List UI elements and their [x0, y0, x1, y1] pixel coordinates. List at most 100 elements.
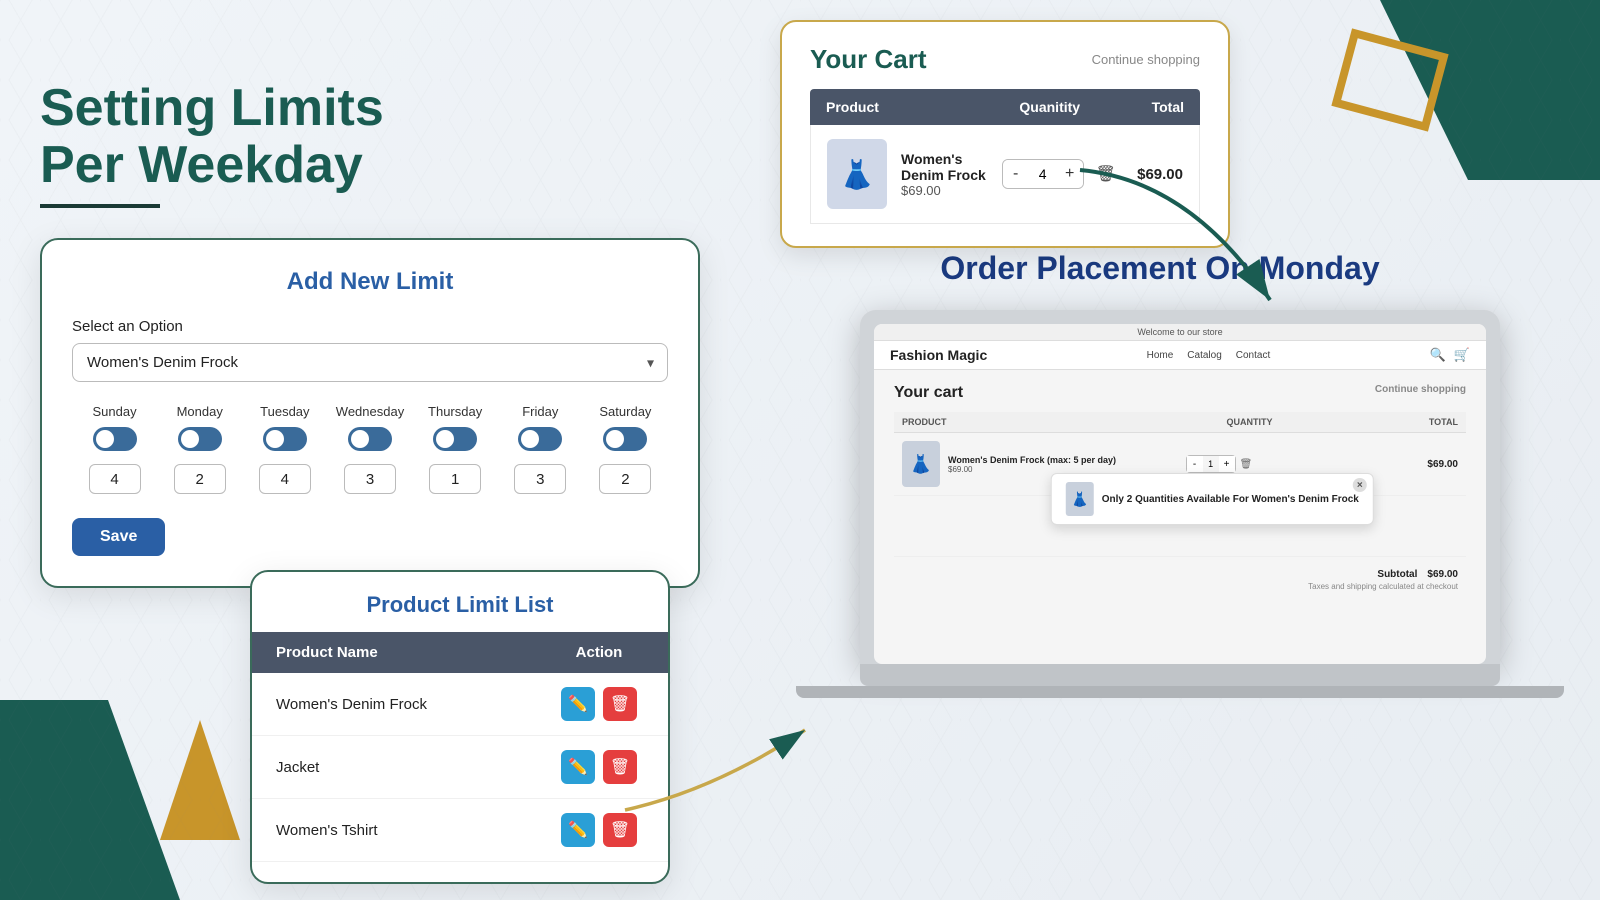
list-item: Women's Denim Frock ✏️ 🗑 [252, 673, 668, 736]
store-nav-icons: 🔍 🛒 [1430, 347, 1470, 363]
product-name-3: Women's Tshirt [276, 822, 554, 839]
screen-item-row: 👗 Women's Denim Frock (max: 5 per day) $… [894, 433, 1466, 496]
add-limit-card: Add New Limit Select an Option Women's D… [40, 238, 700, 588]
screen-table-header: PRODUCT QUANTITY TOTAL [894, 412, 1466, 433]
toggle-monday[interactable] [178, 427, 222, 451]
day-tuesday: Tuesday [242, 404, 327, 494]
arrow-list-to-laptop [615, 710, 815, 830]
deco-teal-bottom-left [0, 700, 180, 900]
day-label-thursday: Thursday [413, 404, 498, 419]
screen-cart-area: Your cart Continue shopping PRODUCT QUAN… [874, 370, 1486, 605]
toggle-saturday[interactable] [603, 427, 647, 451]
left-section: Setting Limits Per Weekday Add New Limit… [40, 80, 700, 588]
screen-qty-decrease[interactable]: - [1187, 456, 1203, 472]
day-thursday: Thursday [413, 404, 498, 494]
limit-list-card: Product Limit List Product Name Action W… [250, 570, 670, 884]
screen-cart-title: Your cart Continue shopping [894, 384, 1466, 402]
screen-cart-title-text: Your cart [894, 384, 963, 402]
select-label: Select an Option [72, 318, 668, 335]
qty-value: 4 [1029, 166, 1057, 182]
input-saturday[interactable] [599, 464, 651, 494]
day-label-friday: Friday [498, 404, 583, 419]
product-name-1: Women's Denim Frock [276, 696, 554, 713]
cart-icon[interactable]: 🛒 [1454, 347, 1470, 363]
qty-decrease-button[interactable]: - [1003, 160, 1029, 188]
store-brand: Fashion Magic [890, 347, 987, 363]
screen-qty-box: - 1 + [1186, 455, 1236, 473]
tooltip-text: Only 2 Quantities Available For Women's … [1102, 494, 1359, 505]
toggle-sunday[interactable] [93, 427, 137, 451]
col-header-action: Action [554, 644, 644, 661]
product-info: Women's Denim Frock $69.00 [901, 151, 1002, 198]
laptop-base [860, 664, 1500, 686]
product-select[interactable]: Women's Denim Frock Jacket Women's Tshir… [72, 343, 668, 382]
tooltip-close-icon[interactable]: × [1353, 478, 1367, 492]
edit-button-1[interactable]: ✏️ [561, 687, 595, 721]
store-nav-links: Home Catalog Contact [1147, 350, 1271, 361]
input-monday[interactable] [174, 464, 226, 494]
screen-content: Welcome to our store Fashion Magic Home … [874, 324, 1486, 664]
deco-gold-bottom-left [160, 720, 240, 840]
limit-list-header: Product Name Action [252, 632, 668, 673]
day-friday: Friday [498, 404, 583, 494]
select-wrapper: Women's Denim Frock Jacket Women's Tshir… [72, 343, 668, 382]
edit-button-2[interactable]: ✏️ [561, 750, 595, 784]
screen-qty-increase[interactable]: + [1219, 456, 1235, 472]
nav-contact[interactable]: Contact [1236, 350, 1270, 361]
toggle-friday[interactable] [518, 427, 562, 451]
day-saturday: Saturday [583, 404, 668, 494]
product-image: 👗 [827, 139, 887, 209]
toggle-wednesday[interactable] [348, 427, 392, 451]
subtotal-area: Subtotal $69.00 Taxes and shipping calcu… [894, 556, 1466, 591]
quantity-limit-tooltip: 👗 Only 2 Quantities Available For Women'… [1051, 473, 1374, 525]
screen-col-product: PRODUCT [902, 417, 1180, 427]
product-price: $69.00 [901, 183, 1002, 198]
nav-catalog[interactable]: Catalog [1187, 350, 1221, 361]
input-sunday[interactable] [89, 464, 141, 494]
screen-col-total: TOTAL [1319, 417, 1458, 427]
continue-shopping-link[interactable]: Continue shopping [1092, 52, 1200, 67]
day-monday: Monday [157, 404, 242, 494]
edit-button-3[interactable]: ✏️ [561, 813, 595, 847]
screen-continue-shopping[interactable]: Continue shopping [1375, 384, 1466, 402]
search-icon[interactable]: 🔍 [1430, 347, 1446, 363]
screen-col-quantity: QUANTITY [1180, 417, 1319, 427]
toggle-thursday[interactable] [433, 427, 477, 451]
laptop-wrapper: Welcome to our store Fashion Magic Home … [860, 310, 1500, 698]
tooltip-product-image: 👗 [1066, 482, 1094, 516]
cart-col-quantity: Quanitity [1005, 99, 1095, 115]
screen-qty-value: 1 [1203, 459, 1219, 469]
arrow-cart-to-laptop [1070, 160, 1290, 320]
toggle-tuesday[interactable] [263, 427, 307, 451]
screen-item-name: Women's Denim Frock (max: 5 per day) [948, 455, 1139, 465]
list-item: Jacket ✏️ 🗑 [252, 736, 668, 799]
input-friday[interactable] [514, 464, 566, 494]
day-label-saturday: Saturday [583, 404, 668, 419]
screen-subtotal: Subtotal $69.00 [894, 556, 1466, 582]
day-label-wednesday: Wednesday [327, 404, 412, 419]
product-name-2: Jacket [276, 759, 554, 776]
nav-home[interactable]: Home [1147, 350, 1174, 361]
screen-item-total: $69.00 [1299, 459, 1458, 470]
input-tuesday[interactable] [259, 464, 311, 494]
right-section: Your Cart Continue shopping Product Quan… [780, 20, 1540, 248]
input-wednesday[interactable] [344, 464, 396, 494]
screen-product-image: 👗 [902, 441, 940, 487]
save-button[interactable]: Save [72, 518, 165, 556]
screen-quantity-control: - 1 + 🗑 [1139, 455, 1298, 473]
day-label-sunday: Sunday [72, 404, 157, 419]
laptop-foot [796, 686, 1564, 698]
input-thursday[interactable] [429, 464, 481, 494]
title-underline [40, 204, 160, 208]
add-limit-title: Add New Limit [72, 268, 668, 296]
col-header-name: Product Name [276, 644, 554, 661]
cart-header: Your Cart Continue shopping [810, 44, 1200, 75]
cart-col-product: Product [826, 99, 1005, 115]
limit-list-title: Product Limit List [252, 572, 668, 632]
taxes-note: Taxes and shipping calculated at checkou… [894, 582, 1466, 591]
screen-item-info: Women's Denim Frock (max: 5 per day) $69… [948, 455, 1139, 474]
screen-trash-icon[interactable]: 🗑 [1240, 459, 1253, 470]
cart-col-total: Total [1095, 99, 1185, 115]
store-nav: Fashion Magic Home Catalog Contact 🔍 🛒 [874, 341, 1486, 370]
cart-title: Your Cart [810, 44, 927, 75]
